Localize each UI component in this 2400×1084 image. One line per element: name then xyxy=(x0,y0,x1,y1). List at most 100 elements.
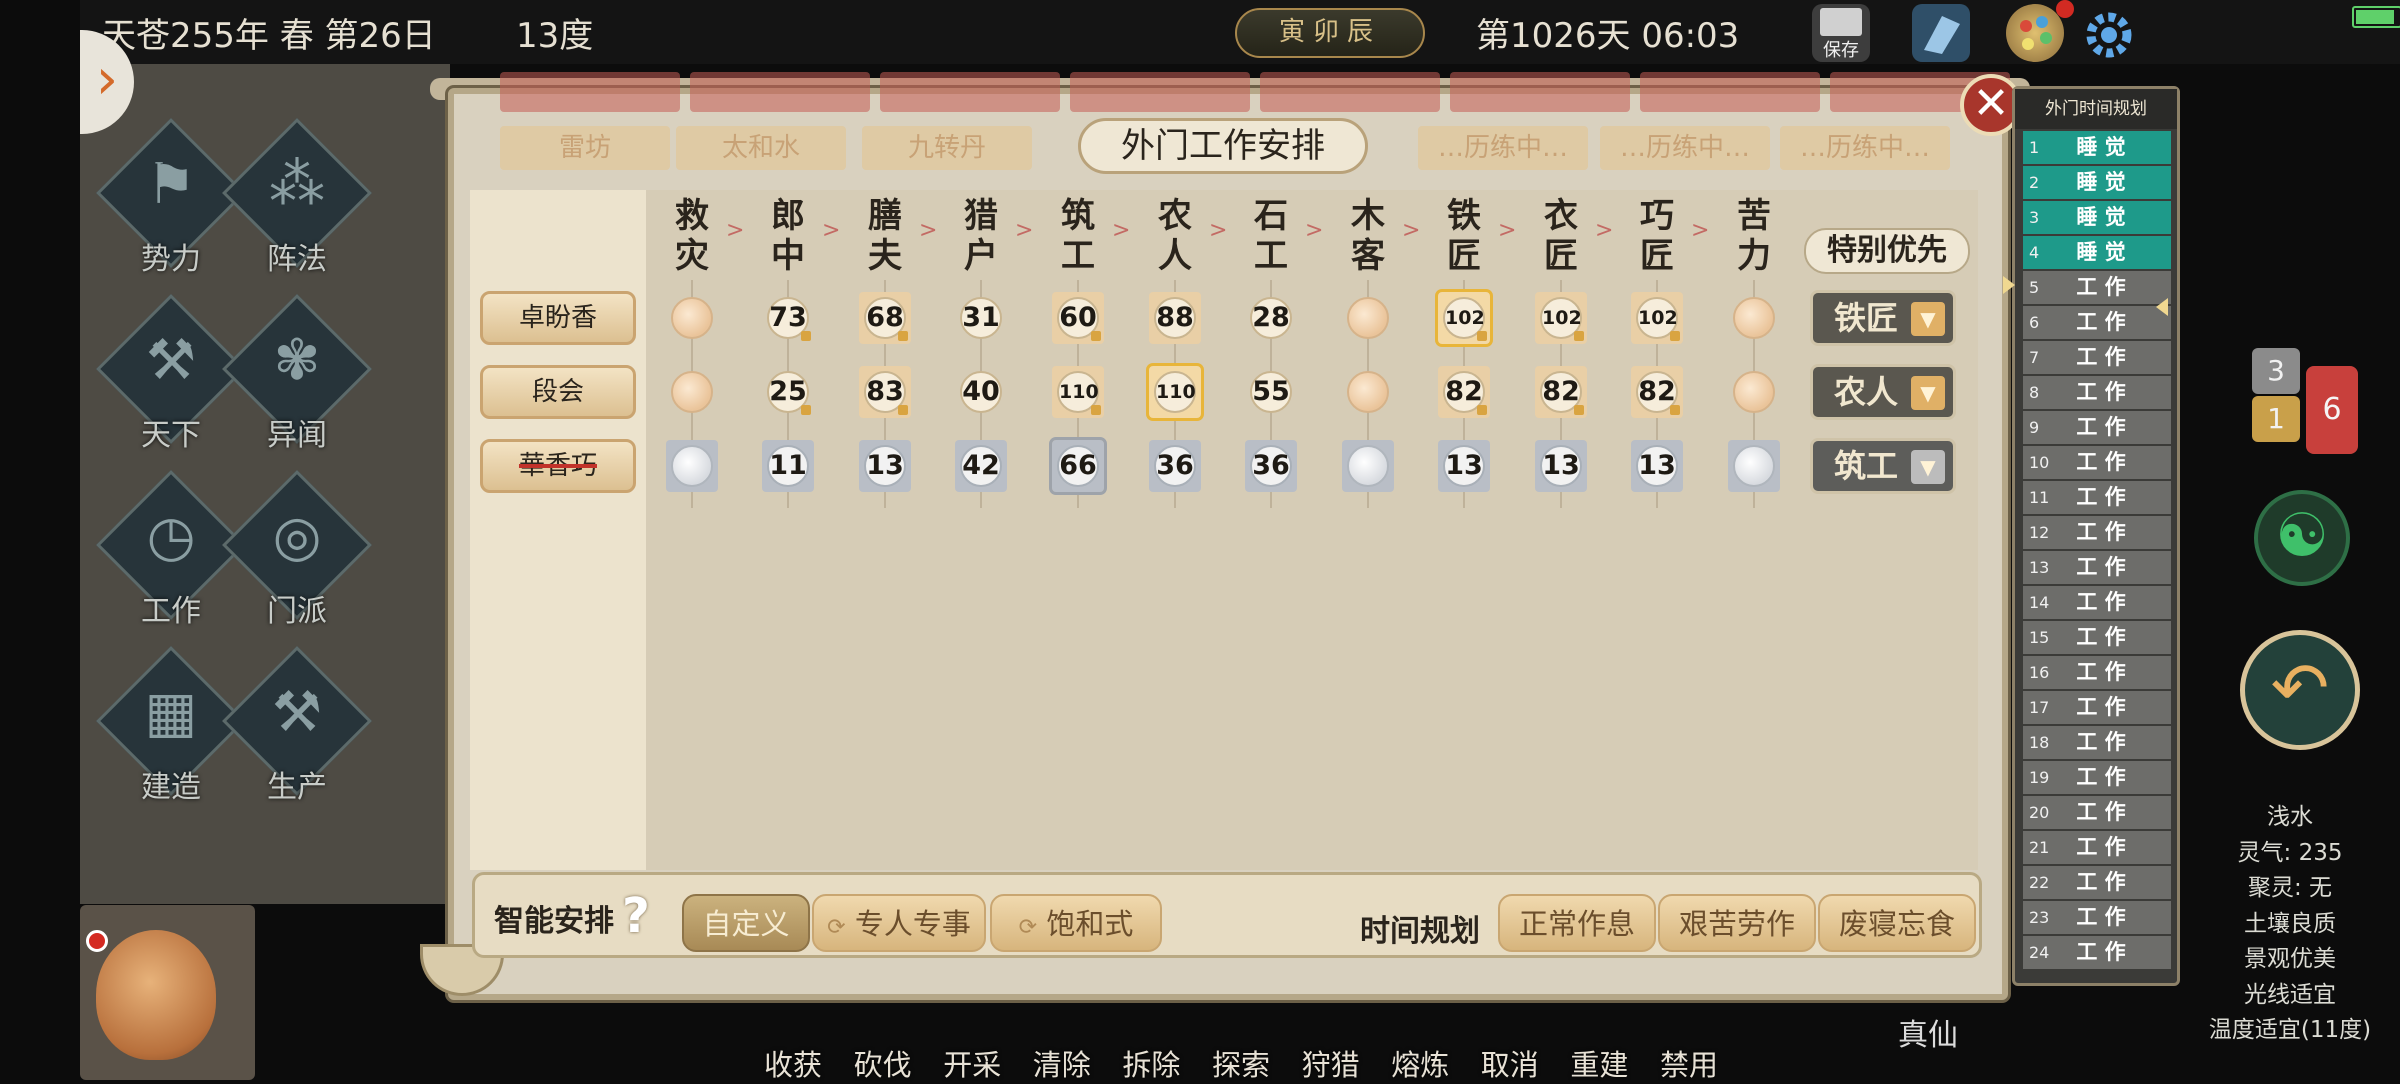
help-icon[interactable]: ? xyxy=(622,888,650,944)
skill-cell[interactable]: 25 xyxy=(762,366,814,418)
ganzhi-badge[interactable]: 寅卯辰 xyxy=(1235,8,1425,58)
schedule-hour-row[interactable]: 3 睡 觉 xyxy=(2023,201,2171,234)
back-button[interactable]: ↶ xyxy=(2240,630,2360,750)
skill-cell[interactable]: 88 xyxy=(1149,292,1201,344)
skill-cell[interactable]: 40 xyxy=(955,366,1007,418)
schedule-hour-row[interactable]: 12 工 作 xyxy=(2023,516,2171,549)
job-header-10[interactable]: 巧匠 xyxy=(1637,196,1677,276)
message-bubble-red[interactable]: 6 xyxy=(2306,366,2358,454)
schedule-hour-row[interactable]: 21 工 作 xyxy=(2023,831,2171,864)
taiji-button[interactable]: ☯ xyxy=(2254,490,2350,586)
skill-cell[interactable]: 82 xyxy=(1438,366,1490,418)
priority-select[interactable]: 铁匠 ▼ xyxy=(1810,290,1956,346)
skill-cell[interactable] xyxy=(1728,366,1780,418)
skill-cell[interactable] xyxy=(666,440,718,492)
priority-select[interactable]: 筑工 ▼ xyxy=(1810,438,1956,494)
menu-item-1[interactable]: ⁂ 阵法 xyxy=(222,118,372,280)
schedule-hour-row[interactable]: 22 工 作 xyxy=(2023,866,2171,899)
palette-button[interactable] xyxy=(2006,4,2064,62)
schedule-hour-row[interactable]: 24 工 作 xyxy=(2023,936,2171,969)
schedule-hour-row[interactable]: 11 工 作 xyxy=(2023,481,2171,514)
skill-cell[interactable]: 82 xyxy=(1535,366,1587,418)
schedule-hour-row[interactable]: 2 睡 觉 xyxy=(2023,166,2171,199)
skill-cell[interactable]: 13 xyxy=(1631,440,1683,492)
skill-cell[interactable]: 36 xyxy=(1245,440,1297,492)
skill-cell[interactable]: 13 xyxy=(1535,440,1587,492)
skill-cell[interactable]: 102 xyxy=(1631,292,1683,344)
mode-saturated-button[interactable]: ⟳ 饱和式 xyxy=(990,894,1162,952)
schedule-hour-row[interactable]: 13 工 作 xyxy=(2023,551,2171,584)
skill-cell[interactable]: 110 xyxy=(1052,366,1104,418)
schedule-hour-row[interactable]: 16 工 作 xyxy=(2023,656,2171,689)
skill-cell[interactable]: 68 xyxy=(859,292,911,344)
skill-cell[interactable]: 83 xyxy=(859,366,911,418)
action-0[interactable]: 收获 xyxy=(764,1042,822,1084)
skill-cell[interactable] xyxy=(1342,366,1394,418)
menu-item-5[interactable]: ◎ 门派 xyxy=(222,470,372,632)
gourd-avatar[interactable] xyxy=(96,930,216,1060)
schedule-hour-row[interactable]: 8 工 作 xyxy=(2023,376,2171,409)
schedule-hour-row[interactable]: 5 工 作 xyxy=(2023,271,2171,304)
skill-cell[interactable]: 102 xyxy=(1435,289,1493,347)
skill-cell[interactable]: 82 xyxy=(1631,366,1683,418)
skill-cell[interactable]: 110 xyxy=(1146,363,1204,421)
map-button[interactable] xyxy=(1912,4,1970,62)
skill-cell[interactable]: 31 xyxy=(955,292,1007,344)
schedule-hour-row[interactable]: 1 睡 觉 xyxy=(2023,131,2171,164)
time-normal-button[interactable]: 正常作息 xyxy=(1498,894,1656,952)
schedule-hour-row[interactable]: 19 工 作 xyxy=(2023,761,2171,794)
settings-button[interactable] xyxy=(2080,4,2138,62)
skill-cell[interactable]: 36 xyxy=(1149,440,1201,492)
job-header-2[interactable]: 膳夫 xyxy=(865,196,905,276)
schedule-hour-row[interactable]: 4 睡 觉 xyxy=(2023,236,2171,269)
action-5[interactable]: 探索 xyxy=(1212,1042,1270,1084)
skill-cell[interactable]: 102 xyxy=(1535,292,1587,344)
skill-cell[interactable] xyxy=(1342,440,1394,492)
schedule-hour-row[interactable]: 9 工 作 xyxy=(2023,411,2171,444)
job-header-9[interactable]: 衣匠 xyxy=(1541,196,1581,276)
action-6[interactable]: 狩猎 xyxy=(1302,1042,1360,1084)
person-name-button[interactable]: 華香巧 xyxy=(480,439,636,493)
person-name-button[interactable]: 段会 xyxy=(480,365,636,419)
job-header-3[interactable]: 猎户 xyxy=(961,196,1001,276)
action-3[interactable]: 清除 xyxy=(1033,1042,1091,1084)
skill-cell[interactable]: 11 xyxy=(762,440,814,492)
skill-cell[interactable]: 55 xyxy=(1245,366,1297,418)
skill-cell[interactable] xyxy=(1728,292,1780,344)
person-name-button[interactable]: 卓盼香 xyxy=(480,291,636,345)
job-header-4[interactable]: 筑工 xyxy=(1058,196,1098,276)
action-2[interactable]: 开采 xyxy=(943,1042,1001,1084)
skill-cell[interactable] xyxy=(666,292,718,344)
schedule-hour-row[interactable]: 17 工 作 xyxy=(2023,691,2171,724)
time-hard-button[interactable]: 艰苦劳作 xyxy=(1658,894,1816,952)
menu-item-7[interactable]: ⚒ 生产 xyxy=(222,646,372,808)
schedule-hour-row[interactable]: 23 工 作 xyxy=(2023,901,2171,934)
schedule-hour-row[interactable]: 7 工 作 xyxy=(2023,341,2171,374)
schedule-marker-left[interactable] xyxy=(2003,276,2015,294)
action-8[interactable]: 取消 xyxy=(1481,1042,1539,1084)
schedule-hour-row[interactable]: 6 工 作 xyxy=(2023,306,2171,339)
job-header-8[interactable]: 铁匠 xyxy=(1444,196,1484,276)
skill-cell[interactable]: 66 xyxy=(1049,437,1107,495)
skill-cell[interactable]: 13 xyxy=(859,440,911,492)
menu-item-3[interactable]: ✾ 异闻 xyxy=(222,294,372,456)
skill-cell[interactable]: 13 xyxy=(1438,440,1490,492)
priority-select[interactable]: 农人 ▼ xyxy=(1810,364,1956,420)
mode-custom-button[interactable]: 自定义 xyxy=(682,894,810,952)
job-header-5[interactable]: 农人 xyxy=(1155,196,1195,276)
schedule-hour-row[interactable]: 14 工 作 xyxy=(2023,586,2171,619)
schedule-hour-row[interactable]: 20 工 作 xyxy=(2023,796,2171,829)
schedule-marker-right[interactable] xyxy=(2156,298,2168,316)
skill-cell[interactable] xyxy=(1728,440,1780,492)
job-header-1[interactable]: 郎中 xyxy=(768,196,808,276)
job-header-6[interactable]: 石工 xyxy=(1251,196,1291,276)
message-bubble-gold[interactable]: 1 xyxy=(2252,396,2300,442)
skill-cell[interactable]: 28 xyxy=(1245,292,1297,344)
skill-cell[interactable] xyxy=(1342,292,1394,344)
skill-cell[interactable] xyxy=(666,366,718,418)
schedule-hour-row[interactable]: 15 工 作 xyxy=(2023,621,2171,654)
skill-cell[interactable]: 73 xyxy=(762,292,814,344)
skill-cell[interactable]: 42 xyxy=(955,440,1007,492)
job-header-7[interactable]: 木客 xyxy=(1348,196,1388,276)
time-tireless-button[interactable]: 废寝忘食 xyxy=(1818,894,1976,952)
